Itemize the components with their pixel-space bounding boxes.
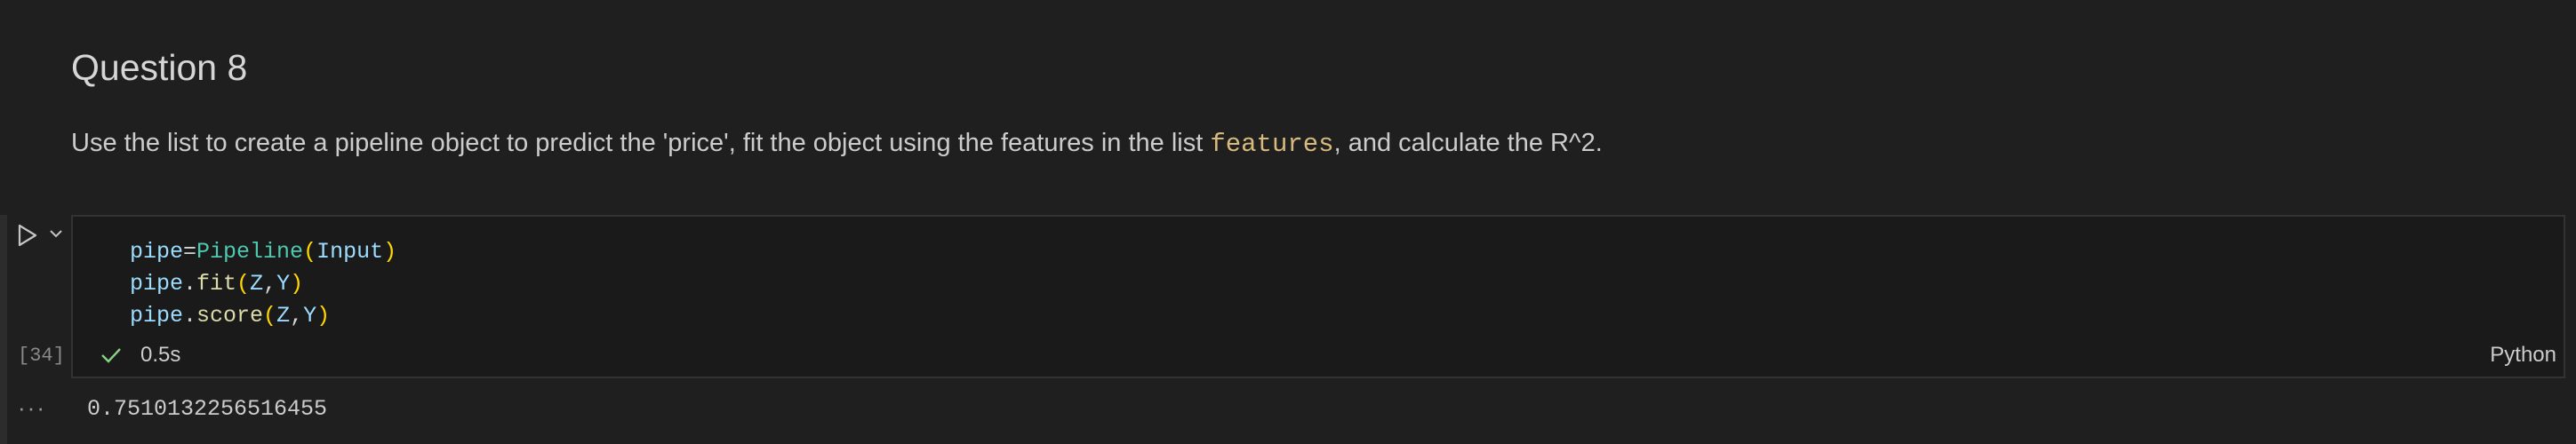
code-token: Pipeline [196,239,304,265]
code-token: pipe [130,271,184,297]
question-heading: Question 8 [71,47,248,88]
code-line-3: pipe.score(Z,Y) [130,300,396,332]
code-line-2: pipe.fit(Z,Y) [130,268,396,300]
execution-duration: 0.5s [140,343,181,367]
language-selector[interactable]: Python [2490,343,2556,368]
code-lines[interactable]: pipe=Pipeline(Input) pipe.fit(Z,Y) pipe.sc… [130,236,396,332]
cell-focus-rail [0,215,7,444]
question-description: Use the list to create a pipeline object… [71,124,1603,163]
code-token: ) [383,239,397,265]
code-token: = [183,239,197,265]
cell-status: 0.5s [100,343,180,368]
code-token: ) [290,271,304,297]
code-token: . [183,303,197,329]
code-token: ( [236,271,251,297]
markdown-cell[interactable]: Question 8 Use the list to create a pipe… [0,0,2576,206]
run-options-button[interactable] [46,224,66,243]
description-text-start: Use the list to create a pipeline object… [71,129,1211,157]
code-token: ) [316,303,331,329]
output-actions-button[interactable]: ··· [18,394,46,422]
run-cell-button[interactable] [14,222,41,249]
code-token: score [196,303,264,329]
code-token: Y [303,303,317,329]
code-token: , [263,271,277,297]
code-token: Z [250,271,264,297]
code-token: . [183,271,197,297]
play-icon [18,224,37,247]
code-token: ( [263,303,277,329]
output-value: 0.7510132256516455 [87,396,328,422]
chevron-down-icon [50,230,62,238]
code-token: pipe [130,303,184,329]
execution-count: [34] [18,345,65,367]
description-text-end: , and calculate the R^2. [1333,129,1603,157]
code-token: Input [316,239,384,265]
inline-code-features: features [1210,130,1334,159]
code-editor[interactable] [71,215,2565,378]
code-token: ( [303,239,317,265]
check-icon [101,348,121,363]
code-token: pipe [130,239,184,265]
code-token: fit [196,271,237,297]
code-token: Z [276,303,291,329]
code-token: Y [276,271,291,297]
code-line-1: pipe=Pipeline(Input) [130,236,396,268]
code-token: , [290,303,304,329]
